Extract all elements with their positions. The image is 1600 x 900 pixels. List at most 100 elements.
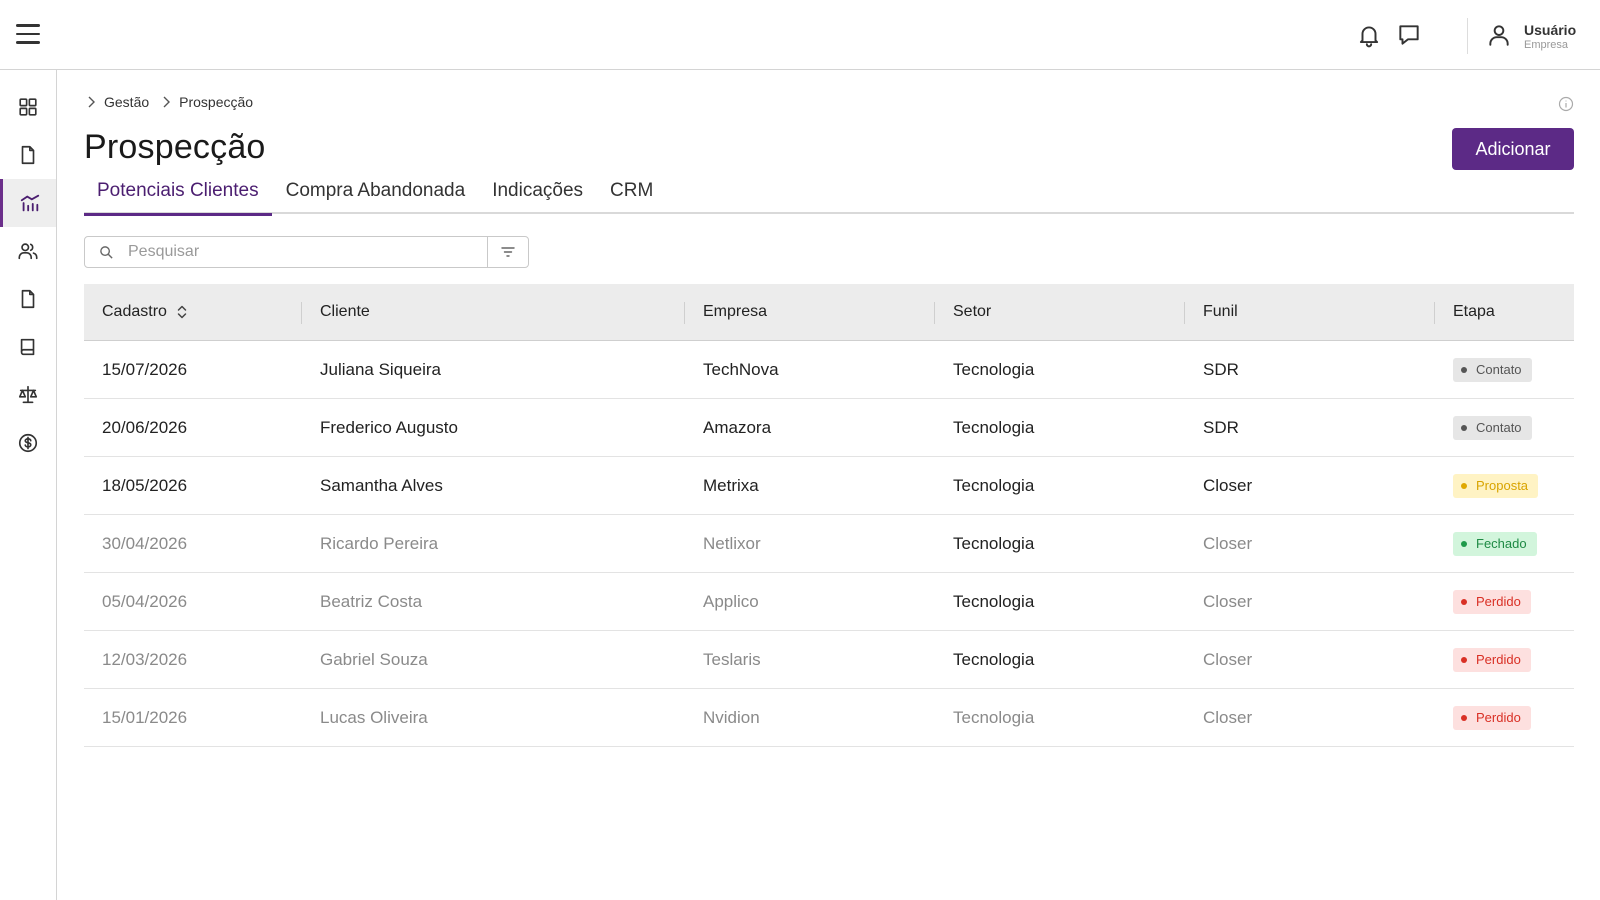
chat-icon[interactable] xyxy=(1396,22,1422,48)
cell-empresa: Teslaris xyxy=(703,649,761,669)
cell-cadastro: 15/07/2026 xyxy=(102,359,188,379)
search-input[interactable] xyxy=(128,243,458,261)
file-icon xyxy=(21,289,35,309)
cell-setor: Tecnologia xyxy=(953,417,1035,437)
scale-icon xyxy=(18,385,38,404)
column-header-funil[interactable]: Funil xyxy=(1185,284,1435,341)
user-icon xyxy=(1486,22,1512,53)
cell-setor: Tecnologia xyxy=(953,475,1035,495)
bell-icon[interactable] xyxy=(1356,22,1382,48)
status-dot xyxy=(1461,540,1467,547)
users-icon xyxy=(18,243,38,260)
cell-cliente: Frederico Augusto xyxy=(320,417,458,437)
sidebar-item-dashboard[interactable] xyxy=(0,83,56,131)
user-company: Empresa xyxy=(1524,39,1569,51)
sidebar-item-files[interactable] xyxy=(0,275,56,323)
status-dot xyxy=(1461,366,1467,373)
status-badge: Contato xyxy=(1453,357,1532,382)
cell-funil: SDR xyxy=(1203,417,1239,437)
user-menu[interactable]: Usuário Empresa xyxy=(1486,20,1576,54)
prospects-table: Cadastro Cliente Empresa Setor Funil Eta… xyxy=(84,284,1574,747)
table-row[interactable]: 12/03/2026 Gabriel Souza Teslaris Tecnol… xyxy=(84,631,1574,689)
table-row[interactable]: 18/05/2026 Samantha Alves Metrixa Tecnol… xyxy=(84,457,1574,515)
info-icon[interactable] xyxy=(1558,96,1574,112)
menu-icon[interactable] xyxy=(16,24,40,46)
table-row[interactable]: 15/01/2026 Lucas Oliveira Nvidion Tecnol… xyxy=(84,689,1574,747)
cell-cliente: Gabriel Souza xyxy=(320,649,428,669)
cell-setor: Tecnologia xyxy=(953,649,1035,669)
column-header-label: Empresa xyxy=(703,303,768,320)
cell-cadastro: 20/06/2026 xyxy=(102,417,188,437)
cell-cliente: Ricardo Pereira xyxy=(320,533,439,553)
chevron-right-icon xyxy=(88,96,95,108)
cell-cadastro: 15/01/2026 xyxy=(102,707,188,727)
cell-setor: Tecnologia xyxy=(953,533,1035,553)
status-badge: Perdido xyxy=(1453,705,1531,730)
cell-empresa: Applico xyxy=(703,591,759,611)
column-header-label: Cliente xyxy=(320,303,370,320)
search-icon xyxy=(100,245,113,259)
status-dot xyxy=(1461,656,1467,663)
cell-cadastro: 30/04/2026 xyxy=(102,533,188,553)
status-badge-label: Contato xyxy=(1476,362,1522,377)
cell-cadastro: 05/04/2026 xyxy=(102,591,188,611)
cell-etapa: Contato xyxy=(1435,415,1574,440)
status-dot xyxy=(1461,714,1467,721)
cell-etapa: Fechado xyxy=(1435,531,1574,556)
cell-empresa: Netlixor xyxy=(703,533,761,553)
cell-etapa: Perdido xyxy=(1435,705,1574,730)
status-badge: Perdido xyxy=(1453,647,1531,672)
user-name: Usuário xyxy=(1524,22,1577,38)
table-header: Cadastro Cliente Empresa Setor Funil Eta… xyxy=(84,284,1574,341)
chevron-right-icon xyxy=(163,96,171,108)
cell-funil: SDR xyxy=(1203,359,1239,379)
tab-crm[interactable]: CRM xyxy=(597,180,666,214)
status-dot xyxy=(1461,424,1467,431)
sidebar-item-users[interactable] xyxy=(0,227,56,275)
status-badge-label: Perdido xyxy=(1476,710,1521,725)
sidebar-item-legal[interactable] xyxy=(0,371,56,419)
sidebar-item-finance[interactable] xyxy=(0,419,56,467)
sidebar-item-book[interactable] xyxy=(0,323,56,371)
sidebar-item-documents[interactable] xyxy=(0,131,56,179)
cell-cliente: Beatriz Costa xyxy=(320,591,423,611)
status-dot xyxy=(1461,598,1467,605)
funnel-chart-icon xyxy=(20,194,39,212)
column-header-setor[interactable]: Setor xyxy=(935,284,1185,341)
table-row[interactable]: 30/04/2026 Ricardo Pereira Netlixor Tecn… xyxy=(84,515,1574,573)
cell-funil: Closer xyxy=(1203,649,1253,669)
add-button[interactable]: Adicionar xyxy=(1452,128,1574,170)
column-header-cadastro[interactable]: Cadastro xyxy=(84,284,302,341)
tab-bar: Potenciais Clientes Compra Abandonada In… xyxy=(84,180,1574,216)
sidebar xyxy=(0,70,57,900)
table-row[interactable]: 15/07/2026 Juliana Siqueira TechNova Tec… xyxy=(84,341,1574,399)
cell-cadastro: 18/05/2026 xyxy=(102,475,188,495)
column-header-empresa[interactable]: Empresa xyxy=(685,284,935,341)
cell-cliente: Juliana Siqueira xyxy=(320,359,441,379)
cell-empresa: Nvidion xyxy=(703,707,760,727)
filter-button[interactable] xyxy=(488,237,528,267)
cell-cadastro: 12/03/2026 xyxy=(102,649,188,669)
sort-icon[interactable] xyxy=(175,304,189,320)
table-row[interactable]: 05/04/2026 Beatriz Costa Applico Tecnolo… xyxy=(84,573,1574,631)
table-body: 15/07/2026 Juliana Siqueira TechNova Tec… xyxy=(84,341,1574,747)
cell-funil: Closer xyxy=(1203,707,1253,727)
breadcrumb-item-prospeccao[interactable]: Prospecção xyxy=(179,94,253,110)
sidebar-item-prospeccao[interactable] xyxy=(0,179,56,227)
page-title: Prospecção xyxy=(84,128,266,166)
column-header-label: Etapa xyxy=(1453,303,1495,320)
cell-funil: Closer xyxy=(1203,591,1253,611)
table-row[interactable]: 20/06/2026 Frederico Augusto Amazora Tec… xyxy=(84,399,1574,457)
column-header-cliente[interactable]: Cliente xyxy=(302,284,685,341)
tab-potenciais-clientes[interactable]: Potenciais Clientes xyxy=(84,180,272,216)
column-header-etapa[interactable]: Etapa xyxy=(1435,284,1574,341)
status-badge-label: Perdido xyxy=(1476,652,1521,667)
column-header-label: Funil xyxy=(1203,303,1238,320)
tab-indicacoes[interactable]: Indicações xyxy=(479,180,596,214)
tab-compra-abandonada[interactable]: Compra Abandonada xyxy=(273,180,479,214)
breadcrumb-item-gestao[interactable]: Gestão xyxy=(104,94,149,110)
status-badge-label: Fechado xyxy=(1476,536,1527,551)
column-header-label: Cadastro xyxy=(102,303,167,320)
header-divider xyxy=(1467,18,1468,54)
cell-etapa: Perdido xyxy=(1435,647,1574,672)
